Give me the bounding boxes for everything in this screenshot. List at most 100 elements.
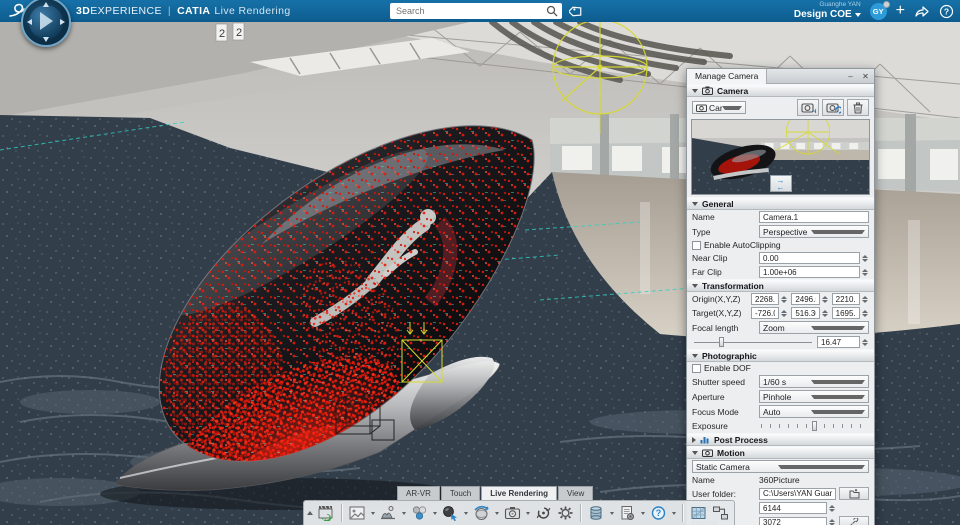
height-input[interactable] xyxy=(759,516,827,525)
camera-preview[interactable]: → ← xyxy=(691,119,870,195)
tab-touch[interactable]: Touch xyxy=(440,486,481,500)
materials-button[interactable] xyxy=(409,503,429,524)
search-box[interactable] xyxy=(390,3,562,19)
target-z-input[interactable] xyxy=(831,307,860,319)
environment-button[interactable] xyxy=(471,503,491,524)
farclip-spinner[interactable] xyxy=(861,268,869,276)
target-x-input[interactable] xyxy=(751,307,780,319)
shutter-label: Shutter speed xyxy=(692,376,745,387)
data-store-dropdown[interactable] xyxy=(608,503,615,524)
user-name: Guanghe YAN xyxy=(819,0,861,8)
share-button[interactable] xyxy=(914,4,930,18)
manage-camera-panel: Manage Camera – ✕ Camera Camera.1 + xyxy=(686,68,875,525)
shutter-select[interactable]: 1/60 s xyxy=(759,375,869,388)
status-badge xyxy=(882,0,890,8)
batch-settings-button[interactable] xyxy=(617,503,637,524)
camera-button[interactable] xyxy=(502,503,522,524)
target-x-spinner[interactable] xyxy=(780,309,788,317)
nearclip-spinner[interactable] xyxy=(861,254,869,262)
brand-3d: 3D xyxy=(76,5,91,17)
focal-mode-select[interactable]: Zoom xyxy=(759,321,869,334)
origin-z-input[interactable] xyxy=(831,293,860,305)
nearclip-input[interactable] xyxy=(759,252,860,264)
section-header-camera[interactable]: Camera xyxy=(687,84,874,97)
type-select[interactable]: Perspective xyxy=(759,225,869,238)
autoclipping-checkbox[interactable] xyxy=(692,240,701,250)
ambience-button[interactable] xyxy=(347,503,367,524)
camera-select[interactable]: Camera.1 xyxy=(692,101,746,114)
height-spinner[interactable] xyxy=(828,519,836,525)
camera-dropdown[interactable] xyxy=(524,503,531,524)
update-camera-button[interactable] xyxy=(822,99,844,116)
link-network-button[interactable] xyxy=(710,503,730,524)
help-button[interactable]: ? xyxy=(939,4,954,19)
tag-icon[interactable] xyxy=(569,4,584,19)
search-icon[interactable] xyxy=(545,4,559,18)
origin-z-spinner[interactable] xyxy=(861,295,869,303)
origin-x-spinner[interactable] xyxy=(780,295,788,303)
add-content-button[interactable]: + xyxy=(896,3,905,19)
background-dropdown[interactable] xyxy=(400,503,407,524)
swap-view-button[interactable]: → ← xyxy=(769,175,792,192)
materials-dropdown[interactable] xyxy=(431,503,438,524)
name-label: Name xyxy=(692,212,715,222)
minimize-button[interactable]: – xyxy=(844,71,857,82)
view-tab-bar: AR-VR Touch Live Rendering View xyxy=(397,486,594,500)
delete-camera-button[interactable] xyxy=(847,99,869,116)
origin-y-input[interactable] xyxy=(791,293,820,305)
apply-material-dropdown[interactable] xyxy=(462,503,469,524)
render-button[interactable] xyxy=(316,503,336,524)
target-y-input[interactable] xyxy=(791,307,820,319)
avatar[interactable]: GY xyxy=(869,0,890,20)
width-spinner[interactable] xyxy=(828,504,836,512)
top-bar: 3DEXPERIENCE | CATIA Live Rendering Guan… xyxy=(0,0,960,47)
collapse-icon xyxy=(692,450,698,455)
close-button[interactable]: ✕ xyxy=(859,71,872,82)
browse-folder-button[interactable] xyxy=(839,487,869,500)
section-header-motion[interactable]: Motion xyxy=(687,446,874,459)
target-z-spinner[interactable] xyxy=(861,309,869,317)
environment-dropdown[interactable] xyxy=(493,503,500,524)
focal-length-slider[interactable] xyxy=(692,336,814,348)
camera-name-input[interactable] xyxy=(759,211,869,223)
exposure-slider[interactable] xyxy=(759,420,869,432)
chevron-down-icon xyxy=(777,464,865,469)
section-header-photographic[interactable]: Photographic xyxy=(687,349,874,362)
section-header-postprocess[interactable]: Post Process xyxy=(687,433,874,446)
background-stamp-button[interactable] xyxy=(378,503,398,524)
help-tools-button[interactable]: ? xyxy=(648,503,668,524)
focal-length-input[interactable] xyxy=(817,336,860,348)
width-input[interactable] xyxy=(759,502,827,514)
origin-y-spinner[interactable] xyxy=(821,295,829,303)
aperture-select[interactable]: Pinhole xyxy=(759,390,869,403)
add-camera-button[interactable]: + xyxy=(797,99,819,116)
focal-length-spinner[interactable] xyxy=(861,338,869,346)
link-dimensions-button[interactable] xyxy=(839,516,869,525)
data-store-button[interactable] xyxy=(586,503,606,524)
user-menu[interactable]: Guanghe YAN Design COE xyxy=(794,0,861,21)
help-tools-dropdown[interactable] xyxy=(670,503,677,524)
origin-x-input[interactable] xyxy=(751,293,780,305)
search-input[interactable] xyxy=(390,6,545,16)
render-settings-button[interactable] xyxy=(555,503,575,524)
ambience-dropdown[interactable] xyxy=(369,503,376,524)
apply-material-button[interactable] xyxy=(440,503,460,524)
tab-view[interactable]: View xyxy=(558,486,594,500)
dof-checkbox[interactable] xyxy=(692,363,701,373)
turntable-button[interactable] xyxy=(533,503,553,524)
focus-mode-select[interactable]: Auto xyxy=(759,405,869,418)
target-y-spinner[interactable] xyxy=(821,309,829,317)
motion-mode-select[interactable]: Static Camera xyxy=(692,460,869,473)
tab-ar-vr[interactable]: AR-VR xyxy=(397,486,440,500)
target-label: Target(X,Y,Z) xyxy=(692,308,742,318)
user-folder-input[interactable] xyxy=(759,487,836,500)
chevron-down-icon xyxy=(722,105,742,110)
tab-live-rendering[interactable]: Live Rendering xyxy=(481,486,558,500)
section-header-transformation[interactable]: Transformation xyxy=(687,279,874,292)
panel-title-bar[interactable]: Manage Camera – ✕ xyxy=(687,68,874,84)
toolbar-collapse-handle[interactable] xyxy=(306,501,314,525)
section-header-general[interactable]: General xyxy=(687,197,874,210)
farclip-input[interactable] xyxy=(759,266,860,278)
mesh-button[interactable] xyxy=(688,503,708,524)
batch-settings-dropdown[interactable] xyxy=(639,503,646,524)
